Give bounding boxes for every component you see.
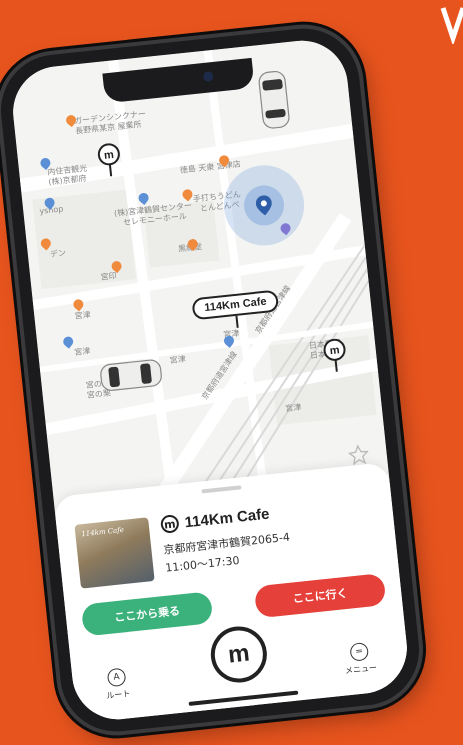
camera-icon: [202, 71, 214, 83]
tab-menu[interactable]: = メニュー: [342, 641, 377, 676]
svg-text:m: m: [329, 344, 340, 357]
map-label: デン: [49, 248, 67, 260]
cafe-name-row: m 114Km Cafe: [159, 505, 271, 534]
map-label: 宮津: [74, 310, 91, 321]
phone-mockup: ガーデンシンクナー 長野県某京 屋業所 内住吉観光 (株)京都府 yshop デ…: [0, 23, 425, 737]
cafe-photo: 114km Cafe: [74, 517, 155, 589]
map-label: 宮津: [73, 346, 91, 358]
cafe-photo-sign: 114km Cafe: [81, 525, 125, 539]
route-icon: A: [106, 667, 127, 688]
tab-route-label: ルート: [105, 689, 131, 701]
sheet-handle[interactable]: [201, 485, 242, 494]
taxi-car-icon[interactable]: [256, 68, 292, 131]
go-here-button[interactable]: ここに行く: [253, 572, 387, 619]
svg-text:m: m: [103, 149, 114, 162]
favorite-star-icon[interactable]: [347, 444, 370, 466]
cafe-name: 114Km Cafe: [183, 505, 271, 531]
corner-logo-fragment: [440, 7, 463, 44]
cafe-logo-icon: m: [159, 514, 180, 534]
map-label: 宮津: [284, 402, 302, 414]
map-label: 宮津: [169, 354, 187, 366]
phone-frame: ガーデンシンクナー 長野県某京 屋業所 内住吉観光 (株)京都府 yshop デ…: [0, 23, 425, 737]
menu-icon: =: [349, 641, 370, 662]
cafe-pin-icon[interactable]: m: [95, 142, 124, 179]
tab-route[interactable]: A ルート: [104, 667, 131, 701]
ride-from-here-button[interactable]: ここから乗る: [80, 591, 214, 637]
app-screen: ガーデンシンクナー 長野県某京 屋業所 内住吉観光 (株)京都府 yshop デ…: [8, 36, 412, 724]
map-label: 宮印: [100, 271, 118, 282]
tab-menu-label: メニュー: [344, 663, 378, 676]
cafe-detail-sheet: 114km Cafe m 114Km Cafe 京都府宮津市鶴賀2065-4 1…: [53, 444, 412, 724]
location-pin-icon: [255, 195, 272, 216]
cafe-pin-icon[interactable]: m: [320, 338, 349, 375]
